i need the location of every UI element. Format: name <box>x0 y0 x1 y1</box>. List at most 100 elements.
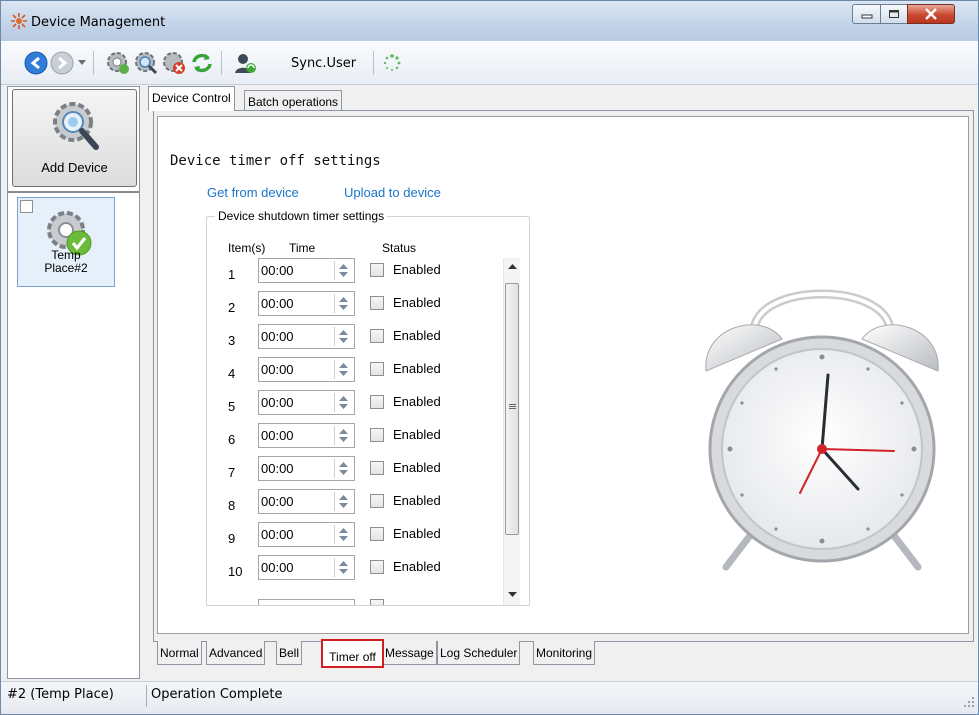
loading-indicator <box>379 50 405 76</box>
spin-up-icon[interactable] <box>339 362 348 369</box>
spin-up-icon[interactable] <box>339 329 348 336</box>
tab-device-control[interactable]: Device Control <box>148 86 235 111</box>
tab-timer-off[interactable]: Timer off <box>321 639 384 668</box>
enabled-checkbox[interactable] <box>370 527 384 541</box>
time-value: 00:00 <box>261 494 294 509</box>
device-settings-icon <box>107 52 129 74</box>
spin-up-icon[interactable] <box>339 461 348 468</box>
spin-down-icon[interactable] <box>339 304 348 311</box>
tab-log-scheduler[interactable]: Log Scheduler <box>437 641 521 665</box>
enabled-checkbox[interactable] <box>370 494 384 508</box>
tab-monitoring[interactable]: Monitoring <box>533 641 596 665</box>
spin-up-icon[interactable] <box>339 263 348 270</box>
upload-to-device-link[interactable]: Upload to device <box>344 185 441 200</box>
spin-down-icon[interactable] <box>339 436 348 443</box>
time-spinner[interactable] <box>334 261 352 280</box>
timer-row: 6 00:00 Enabled <box>207 423 507 453</box>
enabled-checkbox[interactable] <box>370 296 384 310</box>
get-from-device-link[interactable]: Get from device <box>207 185 299 200</box>
vertical-scrollbar[interactable] <box>503 258 520 605</box>
time-spinner[interactable] <box>334 459 352 478</box>
add-device-button[interactable]: Add Device <box>12 89 137 187</box>
forward-button[interactable] <box>49 50 75 76</box>
spin-up-icon[interactable] <box>339 428 348 435</box>
time-input[interactable]: 00:00 <box>258 522 355 547</box>
sync-user-icon <box>235 54 256 73</box>
spin-up-icon[interactable] <box>339 395 348 402</box>
tab-message[interactable]: Message <box>382 641 437 665</box>
time-input[interactable]: 00:00 <box>258 324 355 349</box>
close-icon <box>925 8 937 20</box>
time-spinner[interactable] <box>334 393 352 412</box>
time-input[interactable]: 00:00 <box>258 357 355 382</box>
time-value: 00:00 <box>261 527 294 542</box>
time-spinner[interactable] <box>334 558 352 577</box>
spin-down-icon[interactable] <box>339 568 348 575</box>
search-device-button[interactable] <box>133 50 159 76</box>
spin-up-icon[interactable] <box>339 527 348 534</box>
tab-batch-operations[interactable]: Batch operations <box>244 90 343 110</box>
time-input[interactable]: 00:00 <box>258 423 355 448</box>
sidebar-separator <box>8 191 139 193</box>
enabled-checkbox[interactable] <box>370 599 384 605</box>
spin-down-icon[interactable] <box>339 502 348 509</box>
spin-down-icon[interactable] <box>339 535 348 542</box>
spin-down-icon[interactable] <box>339 271 348 278</box>
back-button[interactable] <box>23 50 49 76</box>
loading-spinner-icon <box>383 54 401 71</box>
refresh-button[interactable] <box>189 50 215 76</box>
resize-grip-icon[interactable] <box>964 697 974 707</box>
main-panel: Device Control Batch operations Device t… <box>142 86 977 679</box>
enabled-checkbox[interactable] <box>370 560 384 574</box>
device-settings-button[interactable] <box>105 50 131 76</box>
tab-bell[interactable]: Bell <box>276 641 303 665</box>
time-input[interactable]: 00:00 <box>258 291 355 316</box>
time-spinner[interactable] <box>334 294 352 313</box>
time-input[interactable]: 00:00 <box>258 555 355 580</box>
enabled-label: Enabled <box>393 559 441 574</box>
close-button[interactable] <box>907 4 955 24</box>
enabled-checkbox[interactable] <box>370 263 384 277</box>
scroll-down-icon[interactable] <box>508 592 517 598</box>
enabled-checkbox[interactable] <box>370 428 384 442</box>
title-bar[interactable]: Device Management <box>1 1 978 41</box>
spin-up-icon[interactable] <box>339 560 348 567</box>
spin-down-icon[interactable] <box>339 469 348 476</box>
time-spinner[interactable] <box>334 327 352 346</box>
delete-device-button[interactable] <box>161 50 187 76</box>
scroll-up-icon[interactable] <box>508 264 517 270</box>
status-message: Operation Complete <box>151 687 283 702</box>
spin-up-icon[interactable] <box>339 494 348 501</box>
row-number: 6 <box>228 432 236 447</box>
tab-advanced[interactable]: Advanced <box>206 641 266 665</box>
spin-down-icon[interactable] <box>339 370 348 377</box>
minimize-button[interactable] <box>852 4 881 24</box>
time-spinner[interactable] <box>334 426 352 445</box>
time-input[interactable]: 00:00 <box>258 456 355 481</box>
search-device-icon <box>135 52 158 75</box>
device-list-item[interactable]: Temp Place#2 <box>17 197 115 287</box>
history-dropdown[interactable] <box>75 50 89 76</box>
enabled-label: Enabled <box>393 262 441 277</box>
device-select-checkbox[interactable] <box>20 200 33 213</box>
enabled-checkbox[interactable] <box>370 461 384 475</box>
refresh-icon <box>192 53 212 73</box>
scrollbar-thumb[interactable] <box>505 283 519 535</box>
time-value: 00:00 <box>261 329 294 344</box>
time-input[interactable] <box>258 599 355 605</box>
enabled-checkbox[interactable] <box>370 395 384 409</box>
time-spinner[interactable] <box>334 492 352 511</box>
spin-down-icon[interactable] <box>339 337 348 344</box>
time-spinner[interactable] <box>334 360 352 379</box>
time-input[interactable]: 00:00 <box>258 258 355 283</box>
dropdown-arrow-icon <box>78 60 86 65</box>
maximize-button[interactable] <box>880 4 908 24</box>
time-spinner[interactable] <box>334 525 352 544</box>
tab-normal[interactable]: Normal <box>157 641 202 665</box>
spin-down-icon[interactable] <box>339 403 348 410</box>
enabled-checkbox[interactable] <box>370 329 384 343</box>
enabled-checkbox[interactable] <box>370 362 384 376</box>
time-input[interactable]: 00:00 <box>258 489 355 514</box>
spin-up-icon[interactable] <box>339 296 348 303</box>
time-input[interactable]: 00:00 <box>258 390 355 415</box>
